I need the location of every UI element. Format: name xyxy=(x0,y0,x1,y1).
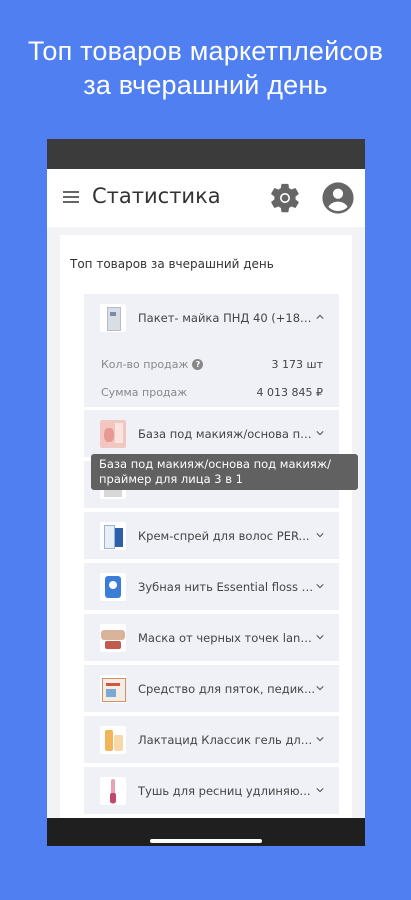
page-title: Статистика xyxy=(92,184,221,208)
product-item[interactable]: Лактацид Классик гель для ... xyxy=(84,716,339,763)
product-thumbnail xyxy=(100,522,126,550)
product-item[interactable]: Маска от черных точек lanb... xyxy=(84,614,339,661)
chevron-down-icon[interactable] xyxy=(316,786,324,794)
product-item[interactable]: Пакет- майка ПНД 40 (+18)х... Кол-во про… xyxy=(84,294,339,407)
chevron-down-icon[interactable] xyxy=(316,684,324,692)
product-thumbnail xyxy=(100,573,126,601)
product-thumbnail xyxy=(100,777,126,805)
promo-line-2: за вчерашний день xyxy=(83,70,328,100)
chevron-down-icon[interactable] xyxy=(316,582,324,590)
status-bar xyxy=(47,139,365,169)
product-item[interactable]: Крем-спрей для волос PER... xyxy=(84,512,339,559)
product-name: Крем-спрей для волос PER... xyxy=(138,529,310,543)
sales-count-value: 3 173 шт xyxy=(271,358,323,371)
product-thumbnail xyxy=(100,420,126,448)
chevron-down-icon[interactable] xyxy=(316,633,324,641)
sales-sum-value: 4 013 845 ₽ xyxy=(256,386,323,399)
promo-headline: Топ товаров маркетплейсов за вчерашний д… xyxy=(0,34,411,102)
chevron-down-icon[interactable] xyxy=(316,429,324,437)
sales-sum-row: Сумма продаж 4 013 845 ₽ xyxy=(101,386,323,399)
content-area: Топ товаров за вчерашний день Пакет- май… xyxy=(47,227,365,818)
product-name: Маска от черных точек lanb... xyxy=(138,631,316,645)
product-name: Пакет- майка ПНД 40 (+18)х... xyxy=(138,311,316,325)
product-name: Тушь для ресниц удлиняю... xyxy=(138,784,311,798)
product-name: Зубная нить Essential floss м... xyxy=(138,580,316,594)
product-item[interactable]: Тушь для ресниц удлиняю... xyxy=(84,767,339,814)
product-item[interactable]: База под макияж/основа по... xyxy=(84,410,339,457)
sales-sum-label: Сумма продаж xyxy=(101,386,188,399)
card-title: Топ товаров за вчерашний день xyxy=(70,257,274,271)
product-name-tooltip: База под макияж/основа под макияж/ прайм… xyxy=(91,454,358,490)
promo-line-1: Топ товаров маркетплейсов xyxy=(27,36,384,66)
top-products-card: Топ товаров за вчерашний день Пакет- май… xyxy=(60,235,352,818)
system-nav-bar xyxy=(47,818,365,846)
product-thumbnail xyxy=(100,675,126,703)
phone-screen: Статистика Топ товаров за вчерашний день… xyxy=(47,139,365,846)
account-icon[interactable] xyxy=(321,181,355,215)
chevron-up-icon[interactable] xyxy=(316,313,324,321)
product-name: Средство для пяток, педик... xyxy=(138,682,316,696)
product-name: Лактацид Классик гель для ... xyxy=(138,733,316,747)
sales-count-label: Кол-во продаж xyxy=(101,358,189,371)
product-item[interactable]: Средство для пяток, педик... xyxy=(84,665,339,712)
gear-icon[interactable] xyxy=(268,181,302,215)
product-name: База под макияж/основа по... xyxy=(138,427,316,441)
help-icon[interactable]: ? xyxy=(192,359,204,370)
sales-count-row: Кол-во продаж? 3 173 шт xyxy=(101,358,323,371)
product-thumbnail xyxy=(100,624,126,652)
product-thumbnail xyxy=(100,726,126,754)
chevron-down-icon[interactable] xyxy=(316,735,324,743)
home-gesture-pill[interactable] xyxy=(150,839,262,843)
app-bar: Статистика xyxy=(47,169,365,227)
product-thumbnail xyxy=(100,304,126,332)
product-item[interactable]: Зубная нить Essential floss м... xyxy=(84,563,339,610)
menu-icon[interactable] xyxy=(63,191,79,205)
chevron-down-icon[interactable] xyxy=(316,531,324,539)
